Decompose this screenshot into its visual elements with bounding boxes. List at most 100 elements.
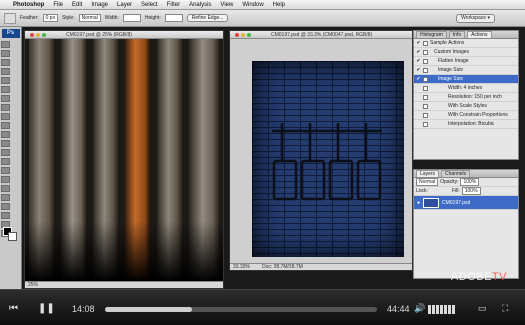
action-label: With Scale Styles [448, 103, 487, 109]
dialog-toggle-icon[interactable] [423, 121, 428, 127]
menu-layer[interactable]: Layer [117, 2, 132, 8]
document-window-right[interactable]: CM0197.psd @ 33.3% (CM0047.psd, RGB/8) 3… [229, 30, 413, 271]
menu-view[interactable]: View [220, 2, 233, 8]
stamp-tool-icon[interactable] [1, 113, 10, 120]
menu-photoshop[interactable]: Photoshop [13, 2, 44, 8]
action-row[interactable]: ✔ Image Size [414, 75, 518, 84]
workspace-button[interactable]: Workspace ▾ [456, 13, 495, 23]
action-toggle-icon[interactable]: ✔ [414, 67, 423, 73]
healing-tool-icon[interactable] [1, 95, 10, 102]
eye-icon[interactable]: ● [414, 200, 423, 206]
action-toggle-icon[interactable]: ✔ [414, 58, 423, 64]
fill-input[interactable]: 100% [461, 187, 481, 195]
action-toggle-icon[interactable]: ✔ [414, 49, 423, 55]
action-row[interactable]: ✔ Flatten Image [414, 57, 518, 66]
action-row[interactable]: With Constrain Proportions [414, 111, 518, 120]
action-row[interactable]: Width: 4 inches [414, 84, 518, 93]
shape-tool-icon[interactable] [1, 194, 10, 201]
dialog-toggle-icon[interactable] [423, 58, 428, 64]
eyedropper-tool-icon[interactable] [1, 212, 10, 219]
share-icon[interactable]: ▭ [478, 303, 487, 314]
zoom-window-icon[interactable] [42, 32, 46, 37]
background-color-swatch[interactable] [8, 232, 17, 241]
feather-input[interactable]: 0 px [42, 14, 59, 22]
slice-tool-icon[interactable] [1, 86, 10, 93]
action-row[interactable]: ✔ Image Size [414, 66, 518, 75]
action-row[interactable]: Resolution: 150 per inch [414, 93, 518, 102]
history-brush-tool-icon[interactable] [1, 122, 10, 129]
document-title: CM0197.psd @ 25% (RGB/8) [66, 31, 132, 38]
eraser-tool-icon[interactable] [1, 131, 10, 138]
pen-tool-icon[interactable] [1, 167, 10, 174]
rewind-icon[interactable]: ⏮ [9, 303, 18, 314]
dialog-toggle-icon[interactable] [423, 49, 428, 55]
tab-layers[interactable]: Layers [416, 170, 440, 177]
lasso-tool-icon[interactable] [1, 59, 10, 66]
menu-analysis[interactable]: Analysis [189, 2, 211, 8]
action-row[interactable]: ✔ Custom Images [414, 48, 518, 57]
dialog-toggle-icon[interactable] [423, 40, 428, 46]
brush-tool-icon[interactable] [1, 104, 10, 111]
menu-edit[interactable]: Edit [72, 2, 82, 8]
total-time: 44:44 [387, 304, 410, 314]
path-select-tool-icon[interactable] [1, 185, 10, 192]
magic-wand-tool-icon[interactable] [1, 68, 10, 75]
dialog-toggle-icon[interactable] [423, 112, 428, 118]
gradient-tool-icon[interactable] [1, 140, 10, 147]
document-title: CM0197.psd @ 33.3% (CM0047.psd, RGB/8) [271, 31, 373, 38]
tab-histogram[interactable]: Histogram [416, 31, 447, 38]
menu-window[interactable]: Window [242, 2, 263, 8]
notes-tool-icon[interactable] [1, 203, 10, 210]
tab-channels[interactable]: Channels [441, 170, 471, 177]
metal-bars-graphic [272, 123, 382, 201]
blur-tool-icon[interactable] [1, 149, 10, 156]
minimize-window-icon[interactable] [241, 32, 245, 37]
action-row[interactable]: ✔ Sample Actions [414, 39, 518, 48]
menu-filter[interactable]: Filter [167, 2, 180, 8]
opacity-input[interactable]: 100% [460, 178, 480, 186]
menu-image[interactable]: Image [91, 2, 108, 8]
blend-mode-select[interactable]: Normal [416, 178, 439, 186]
menu-file[interactable]: File [53, 2, 63, 8]
photoshop-logo: Ps [1, 29, 20, 38]
seek-bar[interactable] [105, 307, 377, 312]
document-window-left[interactable]: CM0197.psd @ 25% (RGB/8) 25% [24, 30, 224, 289]
style-select[interactable]: Normal [78, 14, 101, 22]
dialog-toggle-icon[interactable] [423, 94, 428, 100]
close-window-icon[interactable] [235, 32, 239, 37]
dialog-toggle-icon[interactable] [423, 103, 428, 109]
dialog-toggle-icon[interactable] [423, 85, 428, 91]
dialog-toggle-icon[interactable] [423, 76, 428, 82]
dodge-tool-icon[interactable] [1, 158, 10, 165]
height-input[interactable] [164, 14, 183, 22]
dialog-toggle-icon[interactable] [423, 67, 428, 73]
action-row[interactable]: With Scale Styles [414, 102, 518, 111]
zoom-window-icon[interactable] [247, 32, 251, 37]
action-row[interactable]: Interpolation: Bicubic [414, 120, 518, 129]
menu-select[interactable]: Select [141, 2, 158, 8]
volume-icon[interactable]: 🔊 [414, 303, 425, 314]
layer-thumbnail [423, 197, 439, 208]
action-toggle-icon[interactable]: ✔ [414, 40, 423, 46]
action-toggle-icon[interactable]: ✔ [414, 76, 423, 82]
width-input[interactable] [122, 14, 141, 22]
tab-actions[interactable]: Actions [467, 31, 492, 38]
pause-icon[interactable]: ❚❚ [38, 303, 55, 314]
minimize-window-icon[interactable] [36, 32, 40, 37]
move-tool-icon[interactable] [1, 41, 10, 48]
fill-label: Fill: [451, 188, 460, 194]
close-window-icon[interactable] [30, 32, 34, 37]
marquee-tool-icon[interactable] [4, 12, 16, 24]
refine-edge-button[interactable]: Refine Edge... [186, 14, 229, 22]
type-tool-icon[interactable] [1, 176, 10, 183]
marquee-tool-icon[interactable] [1, 50, 10, 57]
layer-row[interactable]: ● CM0197.psd [414, 196, 518, 210]
volume-slider[interactable] [428, 304, 455, 314]
fullscreen-icon[interactable]: ⛶ [502, 303, 508, 314]
crop-tool-icon[interactable] [1, 77, 10, 84]
tab-info[interactable]: Info [448, 31, 466, 38]
menu-help[interactable]: Help [273, 2, 285, 8]
lock-label: Lock: [416, 188, 428, 194]
action-label: Image Size [438, 67, 464, 73]
actions-list: ✔ Sample Actions ✔ Custom Images ✔ Flatten Im… [414, 39, 518, 129]
